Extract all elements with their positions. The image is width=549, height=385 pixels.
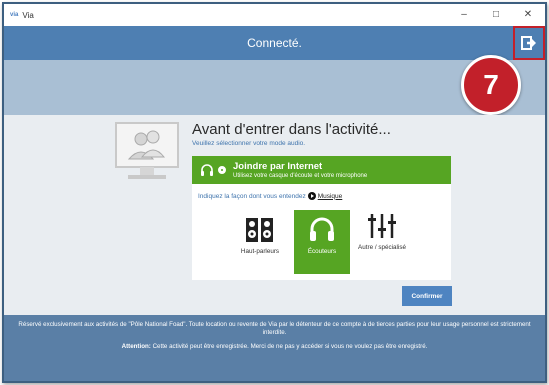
hearing-hint: Indiquez la façon dont vous entendez Mus…	[198, 192, 451, 200]
speaker-icon	[246, 218, 273, 242]
minimize-button[interactable]: –	[453, 6, 475, 22]
app-window: via Via – □ ✕ Connecté. 7 Avant d'entrer…	[2, 2, 547, 383]
footer-disclaimer: Réservé exclusivement aux activités de "…	[18, 321, 531, 337]
attention-text: Cette activité peut être enregistrée. Me…	[150, 342, 428, 350]
window-title: Via	[22, 10, 34, 20]
page-subtitle: Veuillez sélectionner votre mode audio.	[192, 140, 306, 147]
music-link-label: Musique	[317, 192, 343, 200]
hearing-hint-text: Indiquez la façon dont vous entendez	[198, 192, 306, 200]
audio-mode-heading: Avant d'entrer dans l'activité... Veuill…	[192, 121, 391, 147]
audio-options-card: Joindre par Internet Utilisez votre casq…	[192, 156, 451, 280]
connection-status: Connecté.	[247, 36, 302, 50]
internet-radio[interactable]	[218, 166, 226, 174]
option-headphones[interactable]: Écouteurs	[294, 210, 350, 274]
exit-icon	[521, 36, 536, 50]
confirm-button[interactable]: Confirmer	[402, 286, 452, 306]
exit-button[interactable]	[513, 26, 545, 60]
option-other-label: Autre / spécialisé	[358, 244, 406, 251]
via-app-icon: via	[10, 12, 19, 18]
headset-icon	[201, 164, 213, 176]
music-link[interactable]: Musique	[307, 192, 343, 200]
close-button[interactable]: ✕	[517, 6, 539, 22]
window-controls: – □ ✕	[453, 6, 539, 22]
play-icon	[307, 192, 316, 200]
title-bar: via Via – □ ✕	[4, 4, 545, 26]
internet-sublabel: Utilisez votre casque d'écoute et votre …	[233, 173, 368, 179]
internet-label: Joindre par Internet	[233, 161, 323, 172]
footer-notice: Réservé exclusivement aux activités de "…	[4, 315, 545, 381]
step-badge: 7	[461, 55, 521, 115]
maximize-button[interactable]: □	[485, 6, 507, 22]
attention-label: Attention:	[121, 342, 151, 350]
connection-status-bar: Connecté.	[4, 26, 545, 60]
page-title: Avant d'entrer dans l'activité...	[192, 121, 391, 138]
headphones-icon	[310, 217, 334, 241]
join-internet-option[interactable]: Joindre par Internet Utilisez votre casq…	[192, 156, 451, 184]
mixer-icon	[368, 214, 396, 238]
option-headphones-label: Écouteurs	[307, 248, 337, 255]
participants-monitor-icon	[115, 122, 179, 179]
option-speakers-label: Haut-parleurs	[240, 248, 280, 255]
footer-attention: Attention: Cette activité peut être enre…	[14, 343, 535, 351]
option-speakers[interactable]: Haut-parleurs	[232, 210, 288, 274]
option-other[interactable]: Autre / spécialisé	[354, 206, 410, 270]
